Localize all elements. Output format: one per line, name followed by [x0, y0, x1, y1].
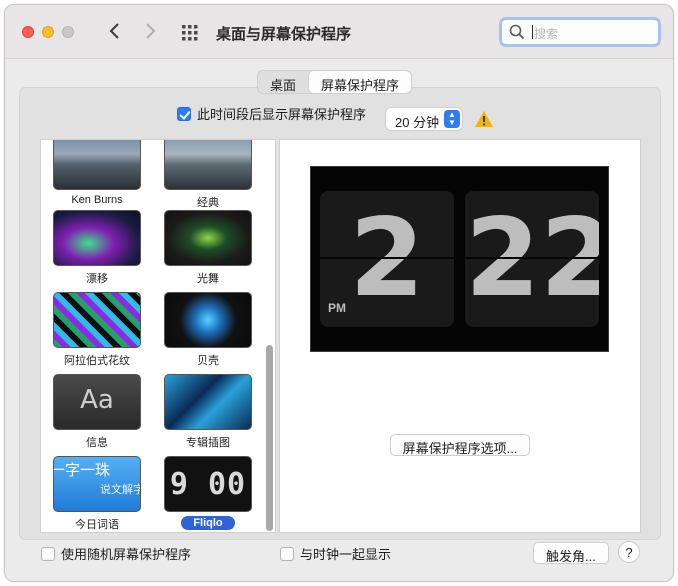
- screensaver-item[interactable]: 一字一珠 说文解字 今日词语: [47, 456, 147, 532]
- close-window-button[interactable]: [22, 26, 34, 38]
- word-of-the-day-thumbnail: 一字一珠 说文解字: [53, 456, 141, 512]
- idle-time-select[interactable]: 20 分钟 ▲ ▼: [385, 107, 463, 131]
- tab-bar: 桌面 屏幕保护程序: [257, 70, 413, 94]
- screensaver-preview: 2 PM 22: [310, 166, 609, 352]
- back-button[interactable]: [104, 20, 126, 42]
- flip-divider: [320, 257, 454, 259]
- tab-desktop[interactable]: 桌面: [258, 71, 308, 93]
- screensaver-name: 光舞: [197, 273, 219, 285]
- screensaver-name: 漂移: [86, 273, 108, 285]
- message-thumbnail: Aa: [53, 374, 141, 430]
- album-artwork-thumbnail: [164, 374, 252, 430]
- hot-corners-button[interactable]: 触发角...: [533, 542, 609, 564]
- word-thumbnail-sub: 说文解字: [100, 484, 141, 496]
- show-with-clock-checkbox[interactable]: [280, 546, 294, 561]
- screensaver-name: 专辑插图: [186, 437, 230, 449]
- screensaver-name: 今日词语: [75, 519, 119, 531]
- classic-thumbnail: [164, 140, 252, 190]
- clock-row: 与时钟一起显示: [280, 544, 391, 563]
- screensaver-item[interactable]: 漂移: [47, 210, 147, 286]
- fliqlo-thumbnail: 9 00: [164, 456, 252, 512]
- word-thumbnail-main: 一字一珠: [53, 462, 111, 479]
- message-thumbnail-text: Aa: [80, 385, 114, 415]
- warning-icon[interactable]: [474, 110, 494, 128]
- screensaver-item[interactable]: Aa 信息: [47, 374, 147, 450]
- flip-card-minute: 22: [465, 191, 599, 327]
- shell-thumbnail: [164, 292, 252, 348]
- preview-minute: 22: [465, 196, 599, 321]
- idle-time-value: 20 分钟: [395, 115, 440, 130]
- help-button[interactable]: ?: [618, 541, 640, 563]
- forward-button[interactable]: [139, 20, 161, 42]
- screensaver-item[interactable]: 光舞: [158, 210, 258, 286]
- screensaver-name: 经典: [197, 197, 219, 209]
- screensaver-list[interactable]: Ken Burns 经典 漂移 光舞 阿拉伯式花纹 贝壳 Aa 信息 专辑插图 …: [40, 139, 276, 533]
- screensaver-name: 信息: [86, 437, 108, 449]
- show-screensaver-label: 此时间段后显示屏幕保护程序: [197, 107, 367, 122]
- flip-card-hour: 2 PM: [320, 191, 454, 327]
- list-scrollbar[interactable]: [266, 345, 273, 531]
- grid-icon: [182, 25, 198, 41]
- screensaver-name: Fliqlo: [181, 516, 235, 530]
- show-with-clock-label: 与时钟一起显示: [300, 547, 392, 562]
- flip-divider: [465, 257, 599, 259]
- screensaver-options-button[interactable]: 屏幕保护程序选项...: [390, 434, 530, 456]
- text-caret: [532, 25, 533, 39]
- screensaver-item[interactable]: 贝壳: [158, 292, 258, 368]
- preview-ampm: PM: [328, 301, 346, 315]
- random-screensaver-label: 使用随机屏幕保护程序: [61, 547, 192, 562]
- fullscreen-window-button[interactable]: [62, 26, 74, 38]
- tab-screensaver[interactable]: 屏幕保护程序: [308, 71, 412, 93]
- minimize-window-button[interactable]: [42, 26, 54, 38]
- chevron-left-icon: [109, 23, 119, 39]
- search-placeholder: 搜索: [534, 27, 559, 41]
- search-field[interactable]: 搜索: [499, 17, 661, 47]
- screensaver-item[interactable]: 专辑插图: [158, 374, 258, 450]
- screensaver-item[interactable]: Ken Burns: [47, 140, 147, 206]
- fliqlo-thumbnail-text: 9 00: [169, 467, 247, 502]
- ken-burns-thumbnail: [53, 140, 141, 190]
- chevron-right-icon: [146, 23, 156, 39]
- arabesque-thumbnail: [53, 292, 141, 348]
- title-bar: 桌面与屏幕保护程序 搜索: [5, 5, 673, 59]
- window-title: 桌面与屏幕保护程序: [216, 26, 352, 43]
- updown-stepper-icon: ▲ ▼: [444, 110, 460, 128]
- screensaver-name: 贝壳: [197, 355, 219, 367]
- screensaver-name: Ken Burns: [71, 194, 123, 206]
- idle-time-row: 此时间段后显示屏幕保护程序: [177, 104, 366, 123]
- screensaver-item-selected[interactable]: 9 00 Fliqlo: [158, 456, 258, 530]
- flurry-thumbnail: [164, 210, 252, 266]
- screensaver-item[interactable]: 阿拉伯式花纹: [47, 292, 147, 368]
- screensaver-item[interactable]: 经典: [158, 140, 258, 210]
- random-row: 使用随机屏幕保护程序: [41, 544, 191, 563]
- show-screensaver-checkbox[interactable]: [177, 106, 191, 121]
- search-icon: [509, 24, 525, 40]
- show-all-button[interactable]: [179, 22, 201, 44]
- screensaver-name: 阿拉伯式花纹: [64, 355, 130, 367]
- random-screensaver-checkbox[interactable]: [41, 546, 55, 561]
- drift-thumbnail: [53, 210, 141, 266]
